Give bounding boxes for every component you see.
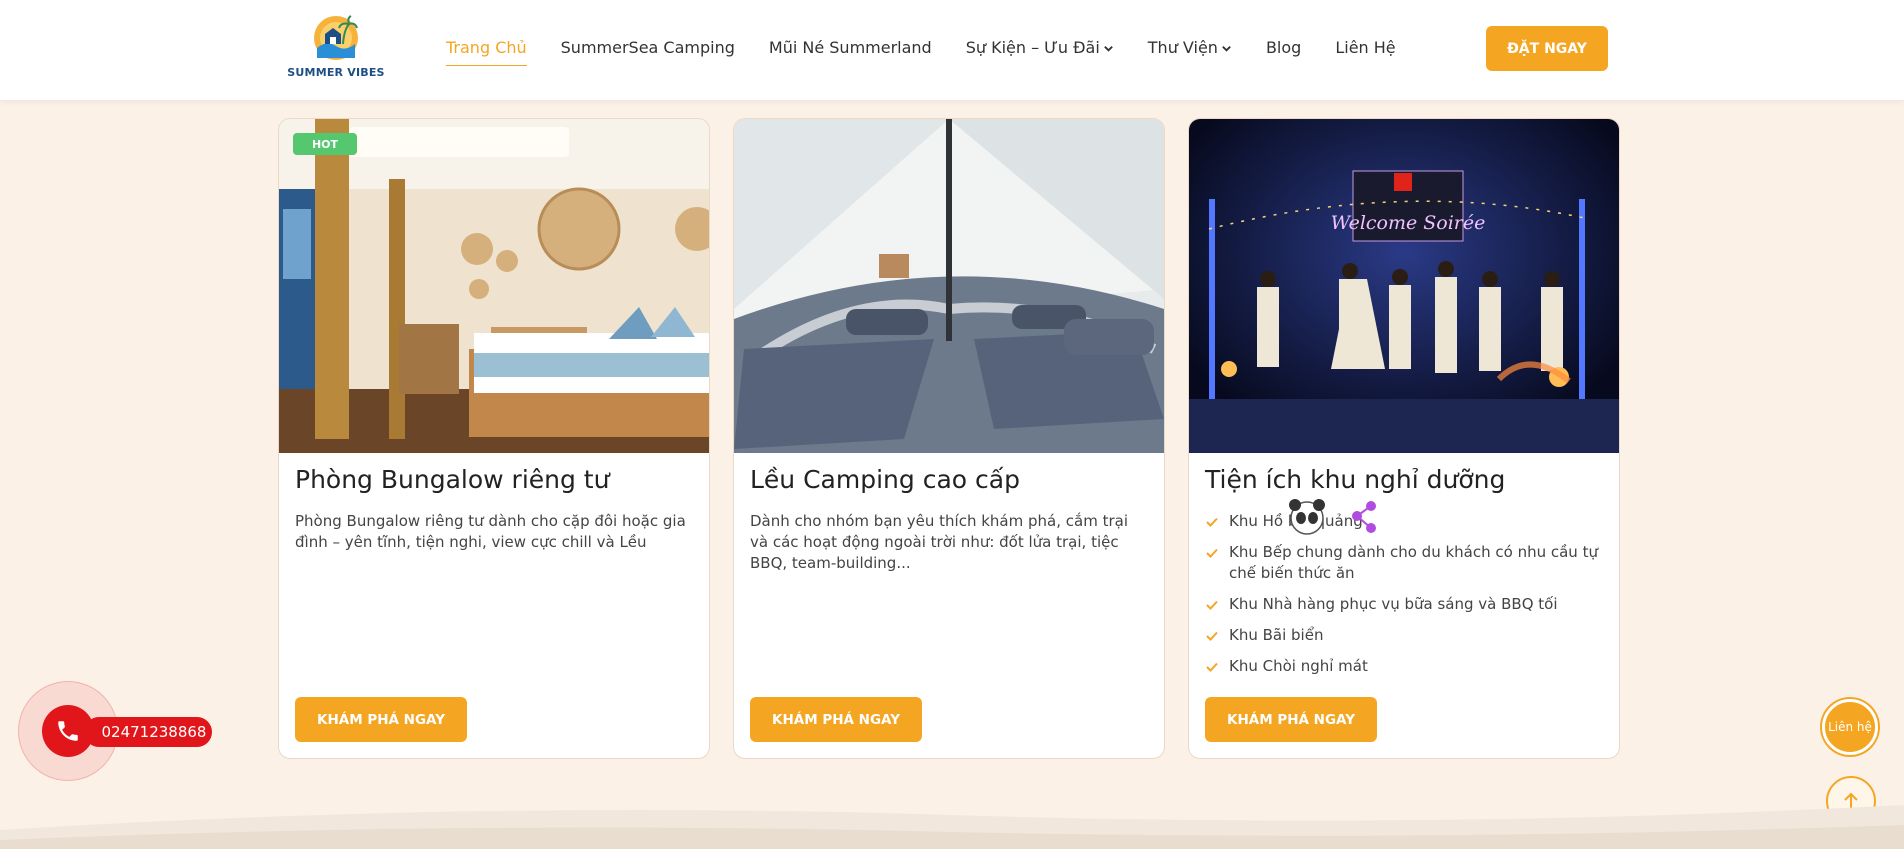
card-title: Tiện ích khu nghỉ dưỡng — [1205, 465, 1506, 494]
welcome-sign-text: Welcome Soirée — [1331, 212, 1486, 234]
nav-label: Blog — [1265, 38, 1302, 57]
nav-label: Trang Chủ — [446, 38, 527, 57]
list-item: Khu Nhà hàng phục vụ bữa sáng và BBQ tối — [1205, 594, 1605, 615]
chevron-down-icon — [1103, 45, 1113, 52]
logo-icon — [314, 15, 358, 60]
card-title: Phòng Bungalow riêng tư — [295, 465, 610, 494]
explore-button[interactable]: KHÁM PHÁ NGAY — [1205, 697, 1377, 742]
amenity-text: Khu Bãi biển — [1229, 626, 1324, 644]
list-item: Khu Bếp chung dành cho du khách có nhu c… — [1205, 542, 1605, 584]
bottom-wave-decoration — [0, 805, 1904, 849]
nav-label: Mũi Né Summerland — [768, 38, 932, 57]
site-logo[interactable]: SUMMER VIBES — [286, 14, 386, 84]
nav-item-summersea-camping[interactable]: SummerSea Camping — [561, 36, 735, 60]
nav-label: Sự Kiện – Ưu Đãi — [965, 38, 1100, 57]
amenity-text: Khu Chòi nghỉ mát — [1229, 657, 1368, 675]
card-title: Lều Camping cao cấp — [750, 465, 1020, 494]
explore-button[interactable]: KHÁM PHÁ NGAY — [750, 697, 922, 742]
hot-badge: HOT — [293, 133, 357, 155]
check-icon — [1206, 631, 1218, 641]
nav-item-events-offers[interactable]: Sự Kiện – Ưu Đãi — [966, 36, 1114, 60]
panda-sticker-icon — [1289, 499, 1376, 535]
amenities-list: Khu Hồ bơi quảng Khu Bếp chung dành cho … — [1205, 511, 1605, 687]
welcome-soiree-stage-image: Welcome Soirée — [1189, 119, 1619, 453]
nav-label: Liên Hệ — [1335, 38, 1396, 57]
list-item: Khu Hồ bơi quảng — [1205, 511, 1605, 532]
nav-item-mui-ne-summerland[interactable]: Mũi Né Summerland — [769, 36, 932, 60]
nav-label: SummerSea Camping — [560, 38, 735, 57]
nav-item-blog[interactable]: Blog — [1266, 36, 1301, 60]
amenity-text: Khu Nhà hàng phục vụ bữa sáng và BBQ tối — [1229, 595, 1558, 613]
chevron-down-icon — [1222, 45, 1231, 52]
site-header: SUMMER VIBES Trang Chủ SummerSea Camping… — [0, 0, 1904, 100]
card-description: Dành cho nhóm bạn yêu thích khám phá, cắ… — [750, 512, 1128, 572]
list-item: Khu Chòi nghỉ mát — [1205, 656, 1605, 677]
nav-item-home[interactable]: Trang Chủ — [446, 36, 527, 66]
book-now-button[interactable]: ĐẶT NGAY — [1486, 26, 1608, 71]
phone-icon[interactable] — [42, 705, 94, 757]
card-resort-amenities: Welcome Soirée Tiện ích khu nghỉ dưỡng K… — [1188, 118, 1620, 759]
logo-text: SUMMER VIBES — [287, 66, 385, 79]
bungalow-room-image: HOT — [279, 119, 709, 453]
card-description: Phòng Bungalow riêng tư dành cho cặp đôi… — [295, 512, 686, 551]
main-nav: Trang Chủ SummerSea Camping Mũi Né Summe… — [446, 36, 1430, 66]
check-icon — [1206, 662, 1218, 672]
card-camping-tent: Lều Camping cao cấp Dành cho nhóm bạn yê… — [733, 118, 1165, 759]
hotline-widget[interactable]: 02471238868 — [18, 681, 212, 781]
amenity-text: Khu Bếp chung dành cho du khách có nhu c… — [1229, 543, 1598, 582]
nav-item-contact[interactable]: Liên Hệ — [1335, 36, 1395, 60]
check-icon — [1206, 548, 1218, 558]
nav-item-library[interactable]: Thư Viện — [1148, 36, 1232, 60]
camping-tent-image — [734, 119, 1164, 453]
card-bungalow: HOT Phòng Bungalow riêng tư Phòng Bungal… — [278, 118, 710, 759]
contact-float-button[interactable]: Liên hệ — [1822, 699, 1878, 755]
check-icon — [1206, 517, 1218, 527]
list-item: Khu Bãi biển — [1205, 625, 1605, 646]
check-icon — [1206, 600, 1218, 610]
nav-label: Thư Viện — [1147, 38, 1218, 57]
explore-button[interactable]: KHÁM PHÁ NGAY — [295, 697, 467, 742]
hotline-number[interactable]: 02471238868 — [84, 717, 212, 747]
